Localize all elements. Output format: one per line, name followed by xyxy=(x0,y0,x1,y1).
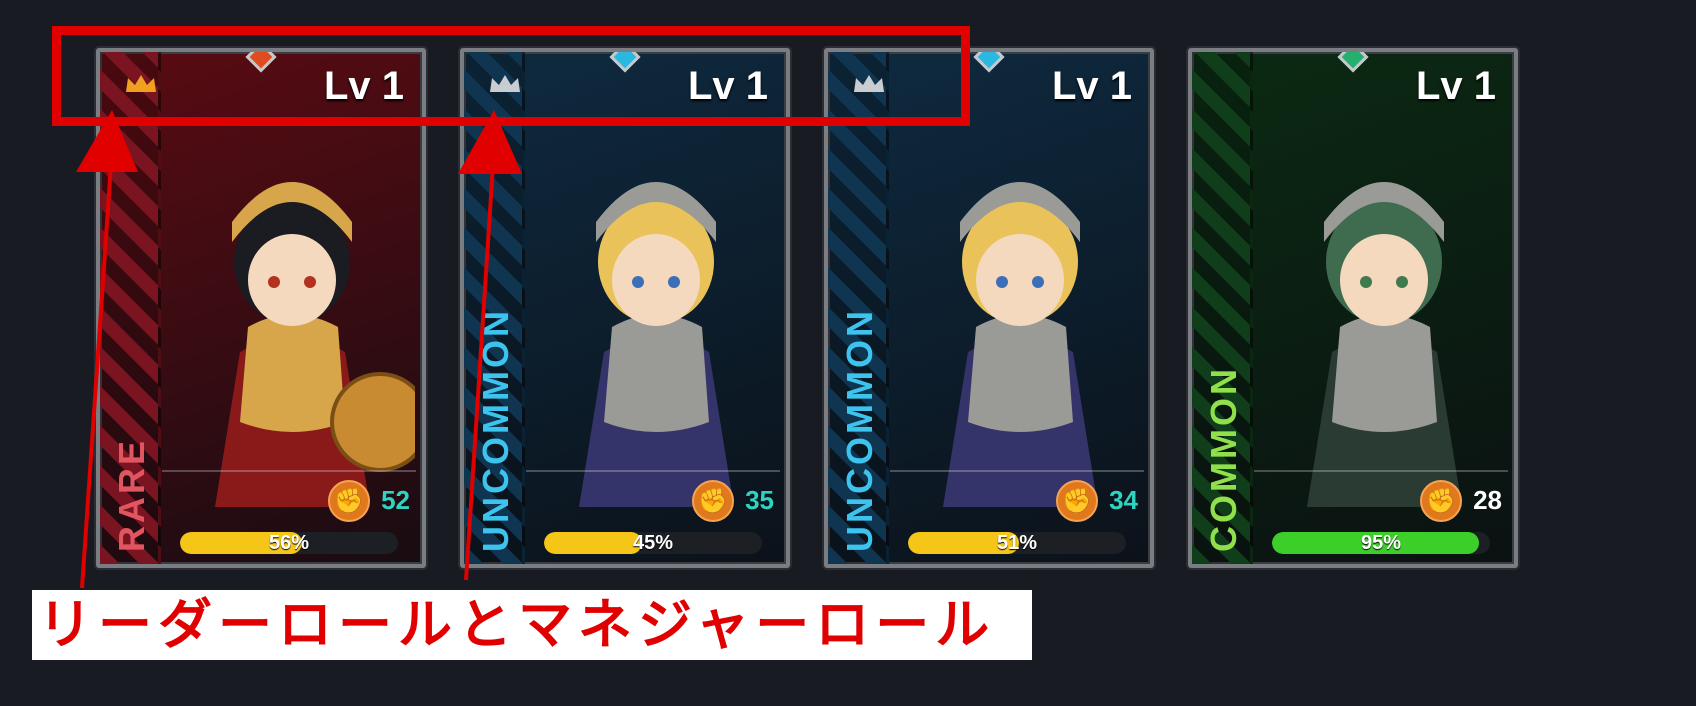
hero-portrait xyxy=(1307,182,1462,507)
eye-right xyxy=(304,276,316,288)
progress-bar: 56% xyxy=(180,532,398,554)
fist-icon: ✊ xyxy=(1056,480,1098,522)
gem-icon xyxy=(973,52,1005,73)
face xyxy=(1340,234,1428,326)
power-value: 52 xyxy=(381,485,410,515)
power-value: 34 xyxy=(1109,485,1138,515)
power-value: 35 xyxy=(745,485,774,515)
progress-label: 51% xyxy=(996,532,1038,554)
power-value: 28 xyxy=(1473,485,1502,515)
eye-left xyxy=(1360,276,1372,288)
fist-icon: ✊ xyxy=(328,480,370,522)
hero-card-3[interactable]: Lv 1 UNCOMMON ✊ 34 51% xyxy=(824,48,1154,568)
eye-left xyxy=(632,276,644,288)
progress-label: 45% xyxy=(632,532,674,554)
chest-armor xyxy=(1332,314,1437,432)
progress-bar: 45% xyxy=(544,532,762,554)
fist-icon: ✊ xyxy=(692,480,734,522)
progress-label: 56% xyxy=(268,532,310,554)
annotation-highlight-box xyxy=(52,26,970,126)
hero-card-2[interactable]: Lv 1 UNCOMMON ✊ 35 45% xyxy=(460,48,790,568)
hero-portrait xyxy=(215,182,415,507)
shield xyxy=(330,372,415,472)
annotation-label: リーダーロールとマネジャーロール xyxy=(32,590,1032,660)
fist-icon: ✊ xyxy=(1420,480,1462,522)
level-label: Lv 1 xyxy=(1051,64,1132,108)
hero-portrait xyxy=(943,182,1098,507)
hero-card-4[interactable]: Lv 1 COMMON ✊ 28 95% xyxy=(1188,48,1518,568)
gem-icon xyxy=(1337,52,1369,73)
face xyxy=(248,234,336,326)
chest-armor xyxy=(968,314,1073,432)
face xyxy=(976,234,1064,326)
progress-label: 95% xyxy=(1360,532,1402,554)
eye-left xyxy=(268,276,280,288)
hero-card-1[interactable]: Lv 1 RARE ✊ 52 56% xyxy=(96,48,426,568)
chest-armor xyxy=(240,314,345,432)
chest-armor xyxy=(604,314,709,432)
eye-right xyxy=(1032,276,1044,288)
divider xyxy=(1254,470,1508,472)
progress-bar: 95% xyxy=(1272,532,1490,554)
eye-right xyxy=(1396,276,1408,288)
eye-left xyxy=(996,276,1008,288)
level-label: Lv 1 xyxy=(1415,64,1496,108)
face xyxy=(612,234,700,326)
hero-portrait xyxy=(579,182,734,507)
eye-right xyxy=(668,276,680,288)
divider xyxy=(890,470,1144,472)
divider xyxy=(526,470,780,472)
progress-bar: 51% xyxy=(908,532,1126,554)
divider xyxy=(162,470,416,472)
